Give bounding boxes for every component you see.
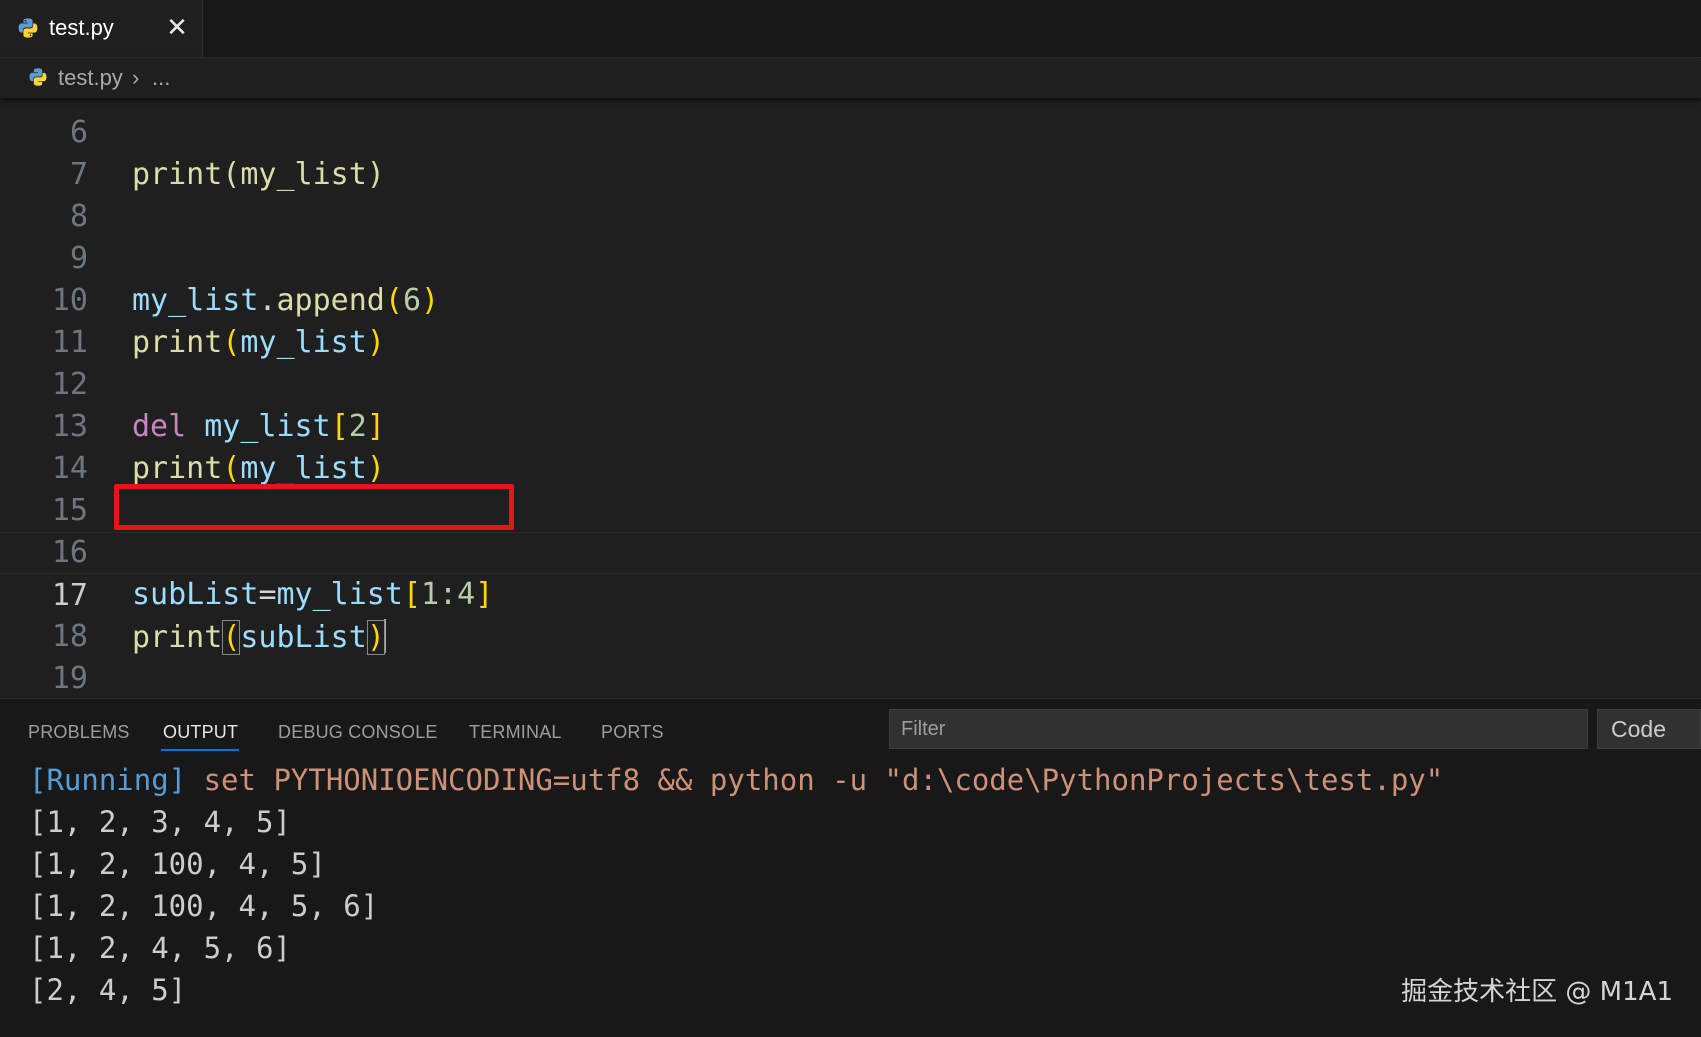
code-line-6: 6 print(my_list) [0, 98, 1701, 192]
code-line-11: 11 [0, 280, 1701, 360]
tab-problems[interactable]: PROBLEMS [28, 721, 130, 743]
active-tab-indicator [161, 749, 239, 751]
code-line-14: 14 [0, 406, 1701, 486]
tab-ports[interactable]: PORTS [601, 721, 664, 743]
running-tag: [Running] [29, 763, 187, 797]
tab-debug-console[interactable]: DEBUG CONSOLE [278, 721, 438, 743]
output-line: [1, 2, 100, 4, 5, 6] [29, 889, 379, 923]
python-file-icon [18, 18, 38, 38]
breadcrumb-file[interactable]: test.py [58, 65, 123, 91]
tab-output[interactable]: OUTPUT [163, 721, 238, 743]
tab-terminal[interactable]: TERMINAL [469, 721, 562, 743]
tab-test-py[interactable]: test.py ✕ [0, 0, 203, 57]
code-line-9: 9 my_list.append(6) [0, 196, 1701, 318]
output-line: [1, 2, 4, 5, 6] [29, 931, 291, 965]
watermark: 掘金技术社区 @ M1A1 [1401, 977, 1673, 1007]
editor-tab-bar: test.py ✕ [0, 0, 1701, 58]
breadcrumb-symbols[interactable]: ... [152, 65, 170, 91]
output-line: [2, 4, 5] [29, 973, 187, 1007]
chevron-right-icon: › [132, 65, 140, 90]
annotation-highlight-box [114, 484, 514, 530]
output-line: [1, 2, 3, 4, 5] [29, 805, 291, 839]
output-command-line: [Running] set PYTHONIOENCODING=utf8 && p… [29, 759, 1443, 801]
code-line-7: 7 [0, 112, 1701, 192]
python-file-icon [29, 68, 47, 86]
output-line: [1, 2, 100, 4, 5] [29, 847, 326, 881]
code-line-10: 10 print(my_list) [0, 238, 1701, 360]
code-line-17: 17 print(subList) [0, 532, 1701, 655]
breadcrumb: test.py › ... [0, 58, 1701, 98]
command-text: set PYTHONIOENCODING=utf8 && python -u "… [186, 763, 1444, 797]
bottom-panel: PROBLEMS OUTPUT DEBUG CONSOLE TERMINAL P… [0, 698, 1701, 1037]
code-line-13: 13 print(my_list) [0, 364, 1701, 486]
code-line-18: 18 [0, 574, 1701, 654]
code-line-19: 19 [0, 616, 1701, 696]
code-editor[interactable]: 6 print(my_list) 7 8 9 my_list.append(6)… [0, 98, 1701, 698]
tab-label: test.py [49, 15, 114, 40]
code-line-20: 20 [0, 658, 1701, 698]
close-icon[interactable]: ✕ [164, 14, 190, 40]
code-line-8: 8 [0, 154, 1701, 234]
output-filter-input[interactable]: Filter [889, 709, 1588, 749]
code-line-12: 12 del my_list[2] [0, 322, 1701, 444]
output-channel-select[interactable]: Code [1597, 709, 1701, 749]
